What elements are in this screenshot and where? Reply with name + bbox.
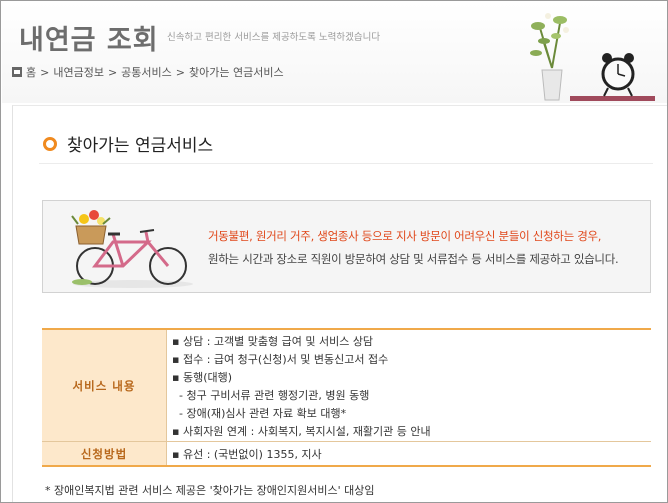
footnote: * 장애인복지법 관련 서비스 제공은 '찾아가는 장애인지원서비스' 대상임 <box>45 484 375 497</box>
list-item: - 청구 구비서류 관련 행정기관, 병원 동행 <box>172 389 370 402</box>
info-description-text: 원하는 시간과 장소로 직원이 방문하여 상담 및 서류접수 등 서비스를 제공… <box>208 252 619 266</box>
plant-clock-decoration <box>530 13 655 101</box>
home-icon[interactable] <box>12 67 22 77</box>
window-frame: 내연금 조회 신속하고 편리한 서비스를 제공하도록 노력하겠습니다 홈 > 내연… <box>0 0 668 503</box>
table-header-service-content: 서비스 내용 <box>42 330 167 441</box>
section-heading: 찾아가는 연금서비스 <box>43 131 213 156</box>
section-title: 찾아가는 연금서비스 <box>67 136 214 156</box>
table-cell-application-method: ▪ 유선 : (국번없이) 1355, 지사 <box>167 442 651 465</box>
ring-bullet-icon <box>43 136 57 151</box>
list-item: ▪ 유선 : (국번없이) 1355, 지사 <box>172 448 322 461</box>
table-row: 신청방법 ▪ 유선 : (국번없이) 1355, 지사 <box>42 442 651 467</box>
page-header: 내연금 조회 신속하고 편리한 서비스를 제공하도록 노력하겠습니다 홈 > 내연… <box>2 2 667 103</box>
list-item: - 장애(재)심사 관련 자료 확보 대행* <box>172 407 347 420</box>
list-item: ▪ 동행(대행) <box>172 371 233 384</box>
breadcrumb-common-service[interactable]: 공통서비스 <box>121 64 172 80</box>
table-cell-service-content: ▪ 상담 : 고객별 맞춤형 급여 및 서비스 상담 ▪ 접수 : 급여 청구(… <box>167 330 651 441</box>
divider <box>39 163 653 164</box>
breadcrumb-current: 찾아가는 연금서비스 <box>189 66 284 79</box>
page-title: 내연금 조회 <box>19 25 159 56</box>
breadcrumb: 홈 > 내연금정보 > 공통서비스 > 찾아가는 연금서비스 <box>12 64 284 80</box>
info-condition-text: 거동불편, 원거리 거주, 생업종사 등으로 지사 방문이 어려우신 분들이 신… <box>208 229 602 243</box>
list-item: ▪ 상담 : 고객별 맞춤형 급여 및 서비스 상담 <box>172 335 374 348</box>
list-item: ▪ 접수 : 급여 청구(신청)서 및 변동신고서 접수 <box>172 353 389 366</box>
service-table: 서비스 내용 ▪ 상담 : 고객별 맞춤형 급여 및 서비스 상담 ▪ 접수 :… <box>42 328 651 467</box>
table-row: 서비스 내용 ▪ 상담 : 고객별 맞춤형 급여 및 서비스 상담 ▪ 접수 :… <box>42 330 651 442</box>
breadcrumb-home[interactable]: 홈 <box>26 64 36 80</box>
list-item: ▪ 사회자원 연계 : 사회복지, 복지시설, 재활기관 등 안내 <box>172 425 431 438</box>
info-box: 거동불편, 원거리 거주, 생업종사 등으로 지사 방문이 어려우신 분들이 신… <box>42 200 651 293</box>
breadcrumb-pension-info[interactable]: 내연금정보 <box>53 64 104 80</box>
table-header-application-method: 신청방법 <box>42 442 167 465</box>
bicycle-illustration <box>71 210 193 288</box>
page-subtitle: 신속하고 편리한 서비스를 제공하도록 노력하겠습니다 <box>167 32 381 43</box>
